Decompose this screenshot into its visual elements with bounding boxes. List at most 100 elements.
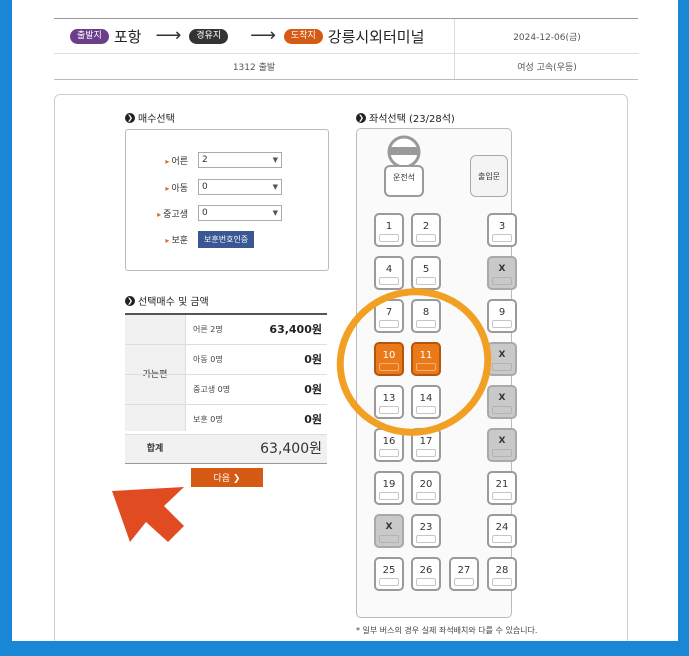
arrow-right-icon: ⟶ <box>155 25 182 46</box>
seat-22: X <box>374 514 404 548</box>
seat-11[interactable]: 11 <box>411 342 441 376</box>
origin-tag: 출발지 <box>70 28 109 44</box>
origin-city: 포항 <box>113 27 142 46</box>
fare-amount: 0원 <box>304 413 322 426</box>
bullet-icon: ▸ <box>157 209 162 219</box>
dest-city: 강릉시외터미널 <box>327 27 425 46</box>
seat-7[interactable]: 7 <box>374 299 404 333</box>
seat-23[interactable]: 23 <box>411 514 441 548</box>
route-bar: 출발지 포항 ⟶ 경유지 ⟶ 도착지 강릉시외터미널 <box>54 19 454 54</box>
chevron-down-icon: ▼ <box>272 209 278 217</box>
fare-amount: 63,400원 <box>269 323 322 336</box>
seat-4[interactable]: 4 <box>374 256 404 290</box>
table-row: 아동 0명 0원 <box>125 345 327 375</box>
summary-section-title: ❯ 선택매수 및 금액 <box>125 293 209 308</box>
chevron-right-icon: ❯ <box>125 295 135 306</box>
qty-label: ▸ 중고생 <box>126 207 198 220</box>
total-amount: 63,400원 <box>260 441 322 457</box>
departure-time: 1312 출발 <box>232 63 276 73</box>
seat-13[interactable]: 13 <box>374 385 404 419</box>
seat-27[interactable]: 27 <box>449 557 479 591</box>
youth-select[interactable]: 0 ▼ <box>198 205 282 221</box>
note-text: * 일부 버스의 경우 실제 좌석배치와 다를 수 있습니다. <box>356 626 538 635</box>
seat-21[interactable]: 21 <box>487 471 517 505</box>
bullet-icon: ▸ <box>165 156 170 166</box>
fare-label: 아동 0명 <box>193 355 223 364</box>
route-header: 출발지 포항 ⟶ 경유지 ⟶ 도착지 강릉시외터미널 2024-12-06(금)… <box>54 18 639 80</box>
fare-amount: 0원 <box>304 353 322 366</box>
qty-row-adult: ▸ 어른 2 ▼ <box>126 150 328 170</box>
seat-3[interactable]: 3 <box>487 213 517 247</box>
seat-19[interactable]: 19 <box>374 471 404 505</box>
fare-summary-table: 가는편 어른 2명 63,400원 아동 0명 0원 중고생 0명 0원 보훈 … <box>125 313 327 464</box>
seat-14[interactable]: 14 <box>411 385 441 419</box>
seat-2[interactable]: 2 <box>411 213 441 247</box>
table-row: 보훈 0명 0원 <box>125 405 327 435</box>
adult-select[interactable]: 2 ▼ <box>198 152 282 168</box>
steering-wheel-icon <box>384 135 424 197</box>
qty-label-text: 어른 <box>171 156 188 167</box>
qty-label: ▸ 보훈 <box>126 233 198 246</box>
summary-title-text: 선택매수 및 금액 <box>138 297 209 308</box>
via-tag: 경유지 <box>189 28 229 44</box>
chevron-right-icon: ❯ <box>356 112 366 123</box>
fare-label: 어른 2명 <box>193 325 223 334</box>
door-label: 출입문 <box>470 155 508 197</box>
seat-17[interactable]: 17 <box>411 428 441 462</box>
qty-label-text: 중고생 <box>163 209 188 220</box>
seat-16[interactable]: 16 <box>374 428 404 462</box>
seat-15: X <box>487 385 517 419</box>
seat-5[interactable]: 5 <box>411 256 441 290</box>
total-label: 합계 <box>146 444 164 454</box>
arrow-right-icon: ⟶ <box>250 25 276 46</box>
bullet-icon: ▸ <box>165 183 170 193</box>
seat-12: X <box>487 342 517 376</box>
travel-date: 2024-12-06(금) <box>454 19 639 54</box>
select-value: 2 <box>202 155 208 165</box>
qty-section-title: ❯ 매수선택 <box>125 110 175 125</box>
qty-label-text: 보훈 <box>171 235 188 246</box>
qty-row-youth: ▸ 중고생 0 ▼ <box>126 203 328 223</box>
seat-24[interactable]: 24 <box>487 514 517 548</box>
select-value: 0 <box>202 208 208 218</box>
next-button[interactable]: 다음 ❯ <box>191 468 263 487</box>
seat-28[interactable]: 28 <box>487 557 517 591</box>
seat-6: X <box>487 256 517 290</box>
total-row: 합계 63,400원 <box>125 435 327 464</box>
driver-label: 운전석 <box>392 173 416 182</box>
seat-20[interactable]: 20 <box>411 471 441 505</box>
seat-1[interactable]: 1 <box>374 213 404 247</box>
seat-25[interactable]: 25 <box>374 557 404 591</box>
seat-section-title: ❯ 좌석선택 (23/28석) <box>356 110 455 125</box>
fare-amount: 0원 <box>304 383 322 396</box>
seat-26[interactable]: 26 <box>411 557 441 591</box>
seat-notes: * 일부 버스의 경우 실제 좌석배치와 다를 수 있습니다. <box>356 621 606 641</box>
chevron-down-icon: ▼ <box>272 183 278 191</box>
qty-row-veteran: ▸ 보훈 보훈번호인증 <box>126 229 328 249</box>
qty-title-text: 매수선택 <box>138 114 175 125</box>
bus-operator: 여성 고속(우등) <box>454 54 639 79</box>
seat-8[interactable]: 8 <box>411 299 441 333</box>
qty-label: ▸ 어른 <box>126 154 198 167</box>
qty-row-child: ▸ 아동 0 ▼ <box>126 177 328 197</box>
veteran-verify-button[interactable]: 보훈번호인증 <box>198 230 255 248</box>
page-frame: 출발지 포항 ⟶ 경유지 ⟶ 도착지 강릉시외터미널 2024-12-06(금)… <box>12 0 678 641</box>
driver-seat: 운전석 <box>377 132 431 198</box>
qty-label-text: 아동 <box>171 183 188 194</box>
bus-seat-map: 운전석 출입문 1 2 3 4 5 X 7 8 9 10 11 X 13 14 X 16 17 X 19 20 21 X 2… <box>356 128 517 618</box>
chevron-right-icon: ❯ <box>125 112 135 123</box>
qty-select-box: ▸ 어른 2 ▼ ▸ 아동 0 ▼ ▸ 중고생 0 ▼ ▸ 보훈 보훈번호인증 <box>125 129 329 271</box>
chevron-down-icon: ▼ <box>272 156 278 164</box>
seat-9[interactable]: 9 <box>487 299 517 333</box>
table-row: 중고생 0명 0원 <box>125 375 327 405</box>
qty-label: ▸ 아동 <box>126 181 198 194</box>
table-row: 어른 2명 63,400원 <box>125 315 327 345</box>
seat-18: X <box>487 428 517 462</box>
fare-label: 보훈 0명 <box>193 415 223 424</box>
seat-10[interactable]: 10 <box>374 342 404 376</box>
dest-tag: 도착지 <box>283 28 323 44</box>
fare-label: 중고생 0명 <box>193 385 231 394</box>
booking-card: ❯ 매수선택 ▸ 어른 2 ▼ ▸ 아동 0 ▼ ▸ 중고생 0 ▼ ▸ 보훈 보훈번호인증 … <box>54 94 628 641</box>
child-select[interactable]: 0 ▼ <box>198 179 282 195</box>
select-value: 0 <box>202 182 208 192</box>
